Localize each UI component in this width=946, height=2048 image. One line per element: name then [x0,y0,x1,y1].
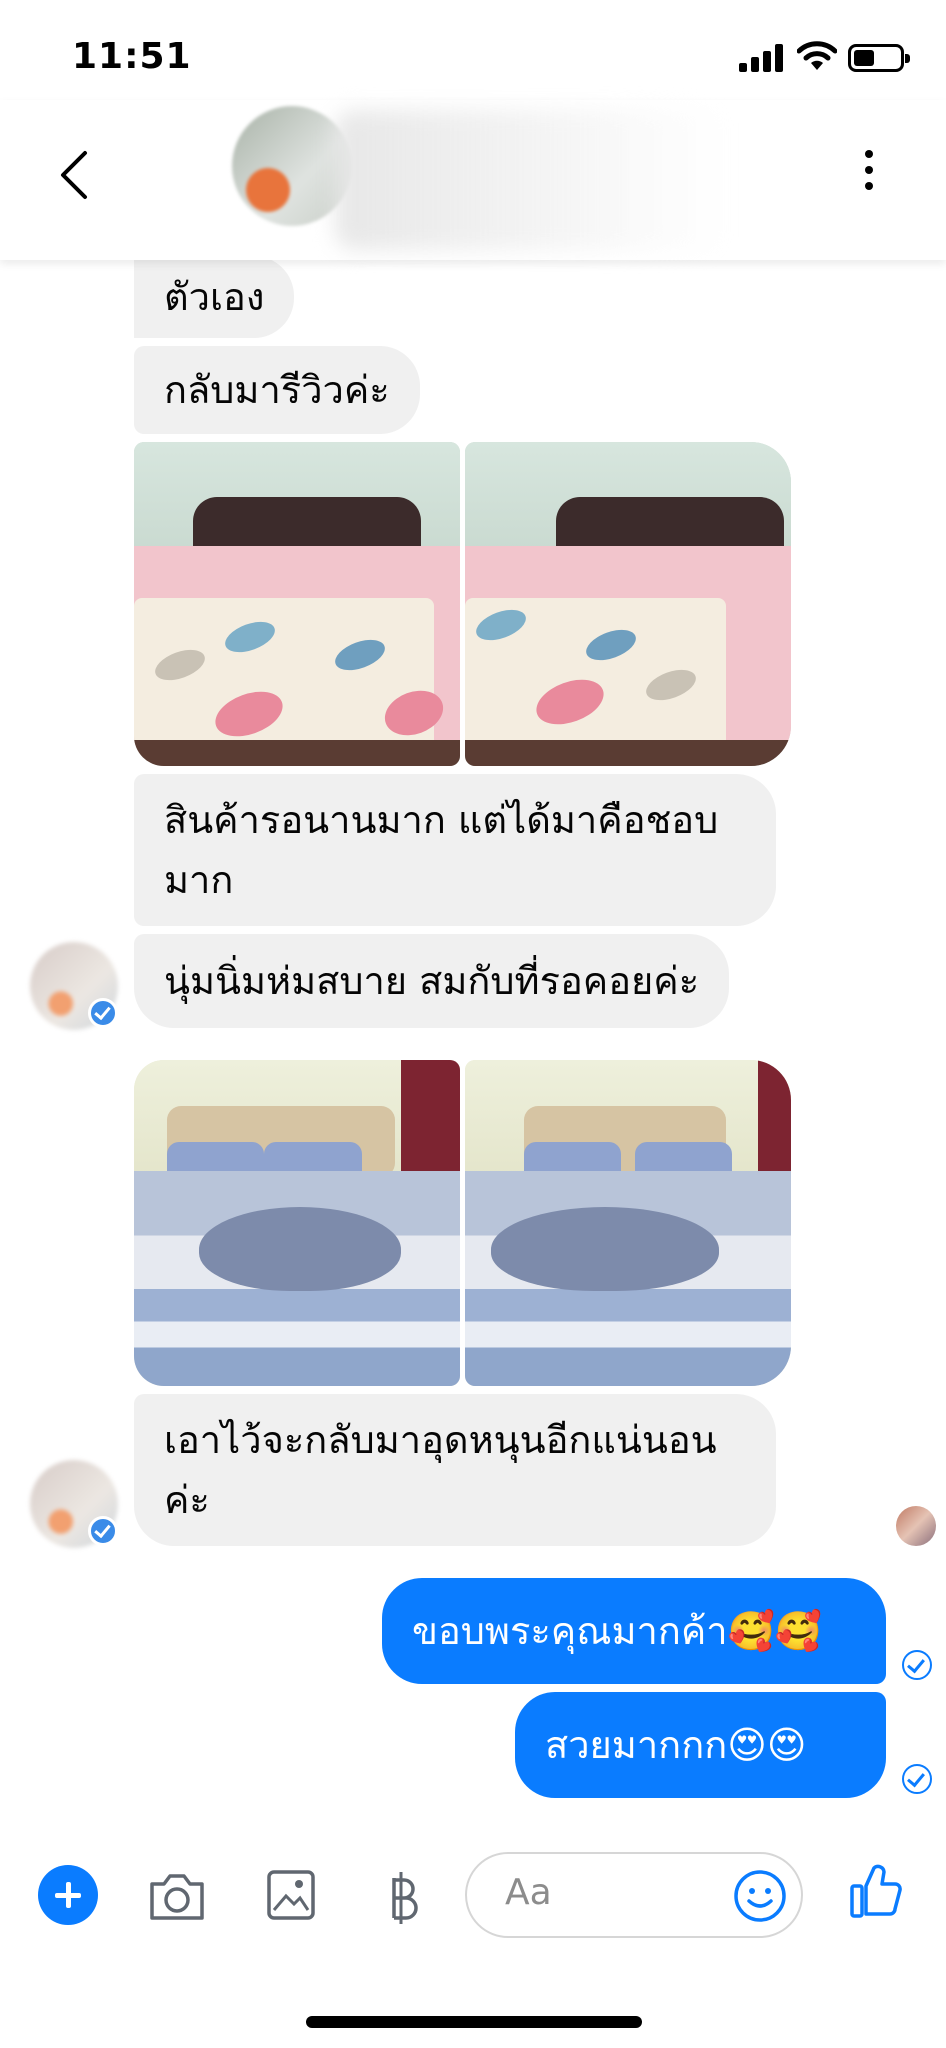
chat-header [0,100,946,260]
message-text-line: ค่ะ [164,1478,210,1522]
message-text: ตัวเอง [164,275,265,319]
message-text: นุ่มนิ่มห่มสบาย สมกับที่รอคอยค่ะ [164,959,700,1003]
seen-check-icon [902,1764,932,1794]
message-text: กลับมารีวิวค่ะ [164,368,390,412]
verified-badge-icon [88,1516,118,1546]
read-receipt-avatar [896,1506,936,1546]
message-input[interactable]: Aa [465,1852,803,1938]
contact-name-blurred[interactable] [335,110,725,250]
signal-icon [739,44,787,72]
whale-bed-photo-2[interactable] [465,1060,791,1386]
message-bubble[interactable]: ตัวเอง [134,256,295,338]
camera-icon[interactable] [146,1868,208,1924]
message-bubble[interactable]: เอาไว้จะกลับมาอุดหนุนอีกแน่นอน ค่ะ [134,1394,776,1546]
verified-badge-icon [88,998,118,1028]
message-text: สวยมากกก😍😍 [545,1723,807,1767]
whale-bed-photo-1[interactable] [134,1060,460,1386]
contact-avatar[interactable] [232,106,352,226]
status-bar: 11:51 [0,0,946,115]
bed-photo-2[interactable] [465,442,791,766]
battery-icon [848,44,910,72]
input-placeholder: Aa [505,1872,552,1913]
outgoing-message-bubble[interactable]: สวยมากกก😍😍 [515,1692,886,1798]
thumbs-up-icon[interactable] [848,1860,904,1922]
outgoing-message-bubble[interactable]: ขอบพระคุณมากค้า🥰🥰 [382,1578,886,1684]
status-time: 11:51 [72,36,192,77]
baht-icon[interactable] [384,1868,420,1928]
seen-check-icon [902,1650,932,1680]
bed-photo-1[interactable] [134,442,460,766]
composer-bar: Aa [0,1830,946,1970]
message-text-line: เอาไว้จะกลับมาอุดหนุนอีกแน่นอน [164,1418,717,1462]
message-text-line: สินค้ารอนานมาก แต่ได้มาคือชอบ [164,798,719,842]
message-text-line: มาก [164,858,234,902]
message-text: ขอบพระคุณมากค้า🥰🥰 [412,1609,823,1653]
home-indicator [306,2016,642,2028]
plus-icon[interactable] [38,1865,98,1925]
message-bubble[interactable]: สินค้ารอนานมาก แต่ได้มาคือชอบ มาก [134,774,776,926]
message-bubble[interactable]: กลับมารีวิวค่ะ [134,346,420,434]
image-icon[interactable] [266,1868,316,1924]
message-bubble[interactable]: นุ่มนิ่มห่มสบาย สมกับที่รอคอยค่ะ [134,934,730,1028]
back-chevron-icon[interactable] [55,145,95,205]
more-vertical-icon[interactable] [860,148,880,192]
wifi-icon [797,41,837,70]
emoji-icon[interactable] [732,1868,788,1924]
